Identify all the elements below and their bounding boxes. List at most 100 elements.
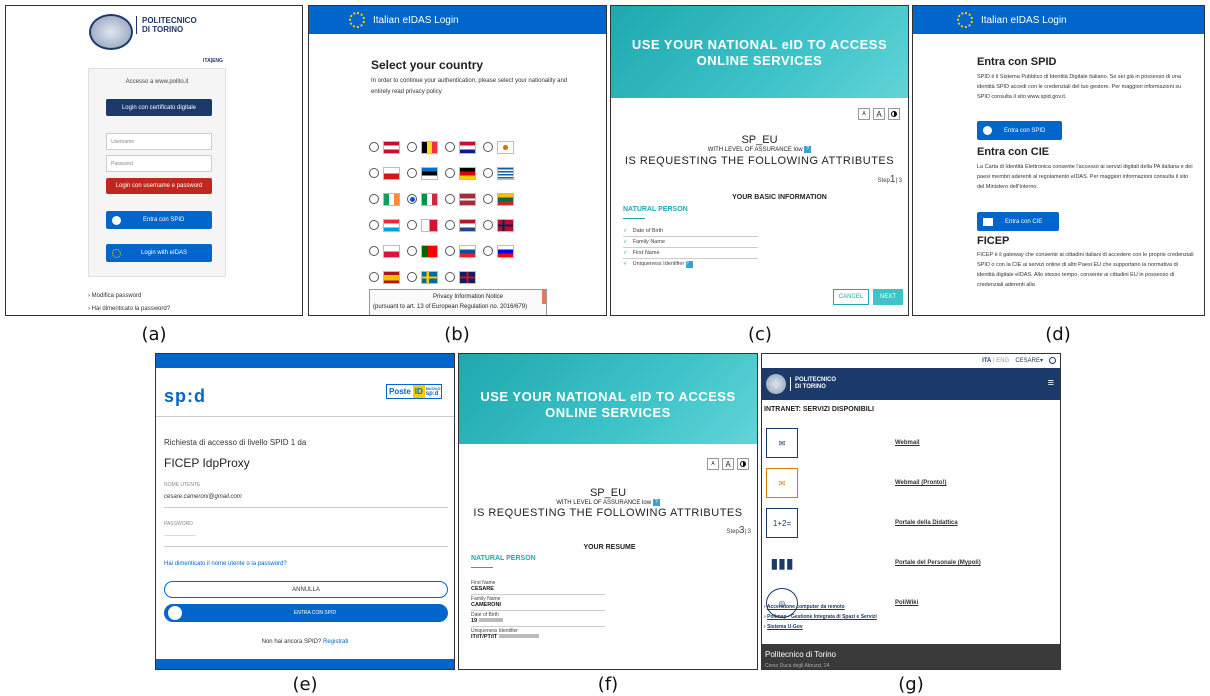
country-spain[interactable]: [369, 264, 407, 290]
service-row[interactable]: ✉ Webmail (Pronto!): [762, 466, 1060, 500]
eidas-label: Login with eIDAS: [141, 250, 188, 256]
scrollbar[interactable]: [542, 290, 546, 304]
enter-spid-button[interactable]: Entra con SPID: [977, 121, 1062, 140]
country-belgium[interactable]: [407, 134, 445, 160]
font-bigger-button[interactable]: A: [873, 108, 885, 120]
cert-login-button[interactable]: Login con certificato digitale: [106, 99, 212, 116]
country-uk[interactable]: [445, 264, 483, 290]
service-row[interactable]: 1+2= Portale della Didattica: [762, 506, 1060, 540]
mail-icon: ✉: [766, 428, 798, 458]
attr-item: ✓ Uniqueness Identifier ?: [623, 259, 758, 270]
eidas-login-button[interactable]: Login with eIDAS: [106, 244, 212, 262]
country-portugal[interactable]: [407, 238, 445, 264]
spid-login-button[interactable]: Entra con SPID: [106, 211, 212, 229]
loa-label: WITH LEVEL OF ASSURANCE low: [707, 147, 803, 154]
service-link[interactable]: Portale del Personale (Mypoli): [895, 560, 981, 566]
help-icon[interactable]: ?: [685, 261, 693, 268]
country-norway[interactable]: [483, 212, 521, 238]
change-password-link[interactable]: › Modifica password: [88, 293, 141, 299]
check-icon: ✓: [623, 228, 628, 234]
country-estonia[interactable]: [407, 160, 445, 186]
font-smaller-button[interactable]: A: [858, 108, 870, 120]
forgot-password-link[interactable]: › Hai dimenticato la password?: [88, 306, 170, 312]
service-link[interactable]: Portale della Didattica: [895, 520, 958, 526]
requesting-text: IS REQUESTING THE FOLLOWING ATTRIBUTES: [473, 507, 743, 519]
country-germany[interactable]: [445, 160, 483, 186]
country-luxembourg[interactable]: [369, 212, 407, 238]
quick-link[interactable]: Polimap - Gestione Integrata di Spazi e …: [767, 614, 877, 620]
quick-link[interactable]: Accensione computer da remoto: [767, 604, 845, 610]
header-bar: Italian eIDAS Login: [913, 6, 1204, 34]
country-sweden[interactable]: [407, 264, 445, 290]
ficep-heading: FICEP: [977, 235, 1010, 247]
country-slovenia[interactable]: [483, 238, 521, 264]
country-poland[interactable]: [369, 238, 407, 264]
country-slovakia[interactable]: [445, 238, 483, 264]
step-prefix: Step: [877, 178, 890, 184]
country-czech[interactable]: [369, 160, 407, 186]
service-link[interactable]: Webmail (Pronto!): [895, 480, 947, 486]
lang-ita[interactable]: ITA: [982, 358, 991, 364]
font-bigger-button[interactable]: A: [722, 458, 734, 470]
country-italy[interactable]: [407, 186, 445, 212]
caption-g: (g): [898, 674, 924, 695]
contrast-icon[interactable]: [888, 108, 900, 120]
username-field[interactable]: Username: [106, 133, 212, 150]
no-spid-label: Non hai ancora SPID?: [261, 639, 322, 645]
service-link[interactable]: Webmail: [895, 440, 920, 446]
search-icon[interactable]: [1049, 357, 1056, 364]
service-row[interactable]: ▮▮▮ Portale del Personale (Mypoli): [762, 546, 1060, 580]
country-netherlands[interactable]: [445, 212, 483, 238]
help-icon[interactable]: ?: [652, 499, 660, 506]
privacy-notice-box[interactable]: Privacy Information Notice (pursuant to …: [369, 289, 547, 315]
font-smaller-button[interactable]: A: [707, 458, 719, 470]
caption-f: (f): [597, 674, 619, 695]
country-ireland[interactable]: [369, 186, 407, 212]
menu-icon[interactable]: ≡: [1048, 377, 1054, 389]
caption-a: (a): [141, 324, 167, 345]
cie-heading: Entra con CIE: [977, 146, 1050, 158]
eu-stars-icon: [349, 12, 365, 28]
request-text: Richiesta di accesso di livello SPID 1 d…: [164, 438, 307, 447]
attr-item: ✓ Family Name: [623, 237, 758, 248]
country-austria[interactable]: [369, 134, 407, 160]
country-grid: [369, 134, 539, 290]
username-input[interactable]: cesare.cameroni@gmail.com: [164, 494, 448, 508]
lang-eng[interactable]: ENG: [996, 358, 1009, 364]
quick-link[interactable]: Sistema U-Gov: [767, 624, 803, 630]
contrast-icon[interactable]: [737, 458, 749, 470]
panel-g: ITA | ENG CESARE▾ POLITECNICO DI TORINO …: [761, 353, 1061, 670]
country-greece[interactable]: [483, 160, 521, 186]
cancel-button[interactable]: ANNULLA: [164, 581, 448, 598]
country-croatia[interactable]: [445, 134, 483, 160]
service-row[interactable]: ✉ Webmail: [762, 426, 1060, 460]
section-title: YOUR RESUME: [583, 544, 636, 551]
forgot-link[interactable]: Hai dimenticato il nome utente o la pass…: [164, 561, 287, 567]
footer: Politecnico di Torino Corso Duca degli A…: [762, 644, 1060, 669]
user-menu[interactable]: CESARE▾: [1015, 357, 1043, 364]
notice-text: (pursuant to art. 13 of European Regulat…: [373, 304, 528, 310]
password-login-button[interactable]: Login con username e password: [106, 178, 212, 194]
country-lithuania[interactable]: [483, 186, 521, 212]
register-link[interactable]: Registrati: [323, 639, 348, 645]
panel-e: sp:d Poste ID NUOVO sp:d Richiesta di acc…: [155, 353, 455, 670]
sp-name: SP_EU: [589, 487, 627, 499]
lang-switch[interactable]: ITA|ENG: [203, 58, 223, 64]
resume-list: First Name CESARE Family Name CAMERONI Dat…: [471, 579, 605, 642]
cancel-button[interactable]: CANCEL: [833, 289, 869, 305]
uni-name: POLITECNICO: [142, 16, 197, 25]
password-field[interactable]: Password: [106, 155, 212, 172]
password-input[interactable]: ················: [164, 533, 448, 547]
enter-cie-button[interactable]: Entra con CIE: [977, 212, 1059, 231]
country-latvia[interactable]: [445, 186, 483, 212]
step-total: | 3: [895, 178, 902, 184]
service-link[interactable]: PoliWiki: [895, 600, 918, 606]
country-cyprus[interactable]: [483, 134, 521, 160]
enter-spid-button[interactable]: ENTRA CON SPID: [164, 604, 448, 622]
font-controls: A A: [707, 458, 749, 470]
bottom-bar: [156, 659, 454, 669]
help-icon[interactable]: ?: [804, 146, 812, 153]
country-malta[interactable]: [407, 212, 445, 238]
attr-item: ✓ Date of Birth: [623, 226, 758, 237]
next-button[interactable]: NEXT: [873, 289, 903, 305]
